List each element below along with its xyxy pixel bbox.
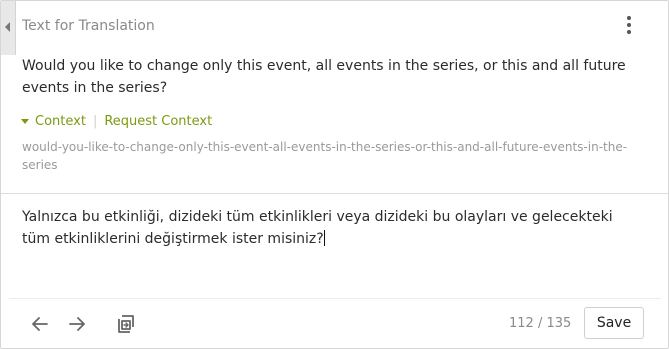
next-button[interactable] (65, 312, 89, 336)
divider (1, 193, 668, 194)
copy-source-button[interactable] (114, 312, 138, 336)
context-toggle[interactable]: Context (19, 114, 86, 129)
save-button[interactable]: Save (584, 307, 644, 339)
translation-panel: Text for Translation Would you like to c… (0, 0, 669, 349)
context-key: would-you-like-to-change-only-this-event… (22, 140, 628, 172)
arrow-right-icon (69, 317, 85, 331)
character-count: 112 / 135 (509, 316, 572, 331)
request-context-link[interactable]: Request Context (104, 114, 212, 129)
context-separator: | (92, 114, 98, 129)
arrow-left-icon (32, 317, 48, 331)
collapse-panel-tab[interactable] (1, 1, 16, 55)
footer-divider (9, 298, 661, 299)
caret-down-icon (21, 119, 29, 124)
text-cursor (323, 230, 325, 246)
copy-source-icon (118, 315, 134, 333)
translation-input[interactable]: Yalnızca bu etkinliği, dizideki tüm etki… (22, 206, 642, 250)
panel-title: Text for Translation (22, 18, 155, 34)
translation-text: Yalnızca bu etkinliği, dizideki tüm etki… (22, 209, 613, 247)
more-vertical-icon[interactable] (621, 16, 637, 38)
chevron-left-icon (5, 22, 10, 32)
context-toggle-label: Context (35, 114, 86, 129)
previous-button[interactable] (28, 312, 52, 336)
source-text: Would you like to change only this event… (22, 58, 626, 96)
context-row: Context | Request Context (19, 114, 212, 129)
